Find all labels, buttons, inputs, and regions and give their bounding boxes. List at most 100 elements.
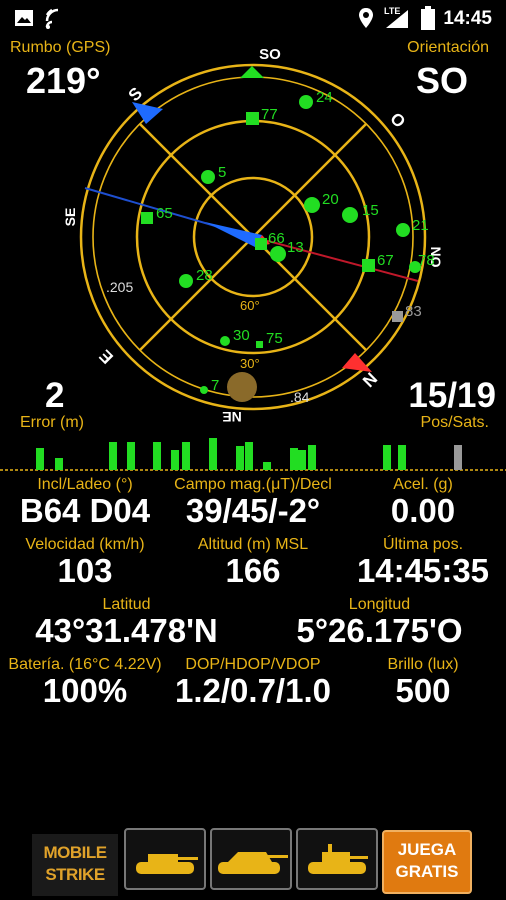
location-icon [359,8,373,28]
cast-signal-icon [45,8,59,29]
cardinal-left-bottom: E [96,346,117,367]
signal-bar [127,442,135,470]
cardinal-left: SE [62,208,78,227]
sat-id: 77 [261,106,278,123]
signal-bar [209,438,217,470]
sat-id: 13 [287,239,304,256]
ad-tank-3[interactable] [296,828,378,890]
possats-value: 15/19 [408,376,496,415]
ad-logo: MOBILE STRIKE [32,834,118,896]
bearing-arrow-red-icon [342,353,372,372]
image-icon [15,10,33,26]
tank-icon [218,852,288,874]
error-value: 2 [45,376,65,415]
signal-bar [153,442,161,470]
sat-square [246,112,259,125]
sat-id: 24 [316,89,333,106]
signal-bar [171,450,179,470]
signal-bar [236,446,244,470]
signal-bar [290,448,298,470]
status-bar: LTE 14:45 [0,0,506,36]
sat-id: 75 [266,330,283,347]
ring-label-60: 60° [240,298,260,313]
sat-square [256,341,263,348]
sat-id: 65 [156,205,173,222]
sat-dot [200,386,208,394]
sat-id: 20 [322,191,339,208]
ad-banner[interactable]: MOBILE STRIKE JUEGA GRATIS [32,828,472,896]
status-time: 14:45 [443,8,492,29]
acel-value: 0.00 [390,492,456,529]
sat-id: 66 [268,230,285,247]
last-pos-value: 14:45:35 [356,552,490,589]
signal-bar [298,450,306,470]
sat-dot [299,95,313,109]
sat-square [255,238,267,250]
sat-dot [220,336,230,346]
north-marker-icon [240,66,264,78]
sat-square [141,212,153,224]
signal-bar [109,442,117,470]
ad-logo-line2: STRIKE [45,865,105,884]
signal-bar [182,442,190,470]
error-label: Error (m) [20,414,84,431]
sat-dot [201,170,215,184]
ad-tank-2[interactable] [210,828,292,890]
needle-blue-icon [205,222,262,247]
signal-bar [398,445,406,470]
sat-id: 83 [405,303,422,320]
sat-dot [270,246,286,262]
sat-id: 67 [377,252,394,269]
sat-id: 28 [196,267,213,284]
signal-bar [308,445,316,470]
cell-signal-icon [386,10,408,28]
play-free-button[interactable]: JUEGA GRATIS [382,830,472,894]
signal-bar [55,458,63,470]
lat-value: 43°31.478'N [35,612,218,649]
cta-line2: GRATIS [395,862,459,881]
vel-value: 103 [57,552,113,589]
lon-value: 5°26.175'O [296,612,463,649]
incl-value: B64 D04 [19,492,151,529]
ad-tank-1[interactable] [124,828,206,890]
sat-dot [179,274,193,288]
signal-bar [454,445,462,470]
sat-id: 7 [211,377,219,394]
tank-icon [308,844,368,874]
alt-value: 166 [225,552,281,589]
signal-bar [245,442,253,470]
bearing-arrow-blue-icon [132,102,163,124]
sun-icon [227,372,257,402]
ring-label-30: 30° [240,356,260,371]
battery-icon [421,6,435,30]
signal-bar [36,448,44,470]
mag-value: 39/45/-2° [185,492,321,529]
sat-id: 21 [412,217,429,234]
dop-value: 1.2/0.7/1.0 [175,672,331,709]
tank-icon [136,854,198,874]
sat-id: 78 [418,252,435,269]
cardinal-right-bottom: N [359,369,381,391]
sat-dot [342,207,358,223]
brightness-value: 500 [395,672,451,709]
battery-value: 100% [42,672,128,709]
sat-id: 15 [362,202,379,219]
ad-logo-line1: MOBILE [43,843,107,862]
cardinal-top: SO [259,46,281,63]
cardinal-left-top: S [125,84,146,105]
signal-bar [263,462,271,470]
sat-dot [304,197,320,213]
side-label-right: .84 [290,389,310,405]
cardinal-bottom: NE [222,409,241,425]
side-label-left: .205 [106,279,133,295]
sat-id: 5 [218,164,226,181]
sat-id: 30 [233,327,250,344]
possats-label: Pos/Sats. [420,414,489,431]
sat-square [362,259,375,272]
signal-bar [383,445,391,470]
sat-square-inactive [392,311,403,322]
cardinal-right-top: O [386,109,409,132]
sat-dot [396,223,410,237]
cta-line1: JUEGA [397,840,457,859]
signal-strength-bars [0,438,506,471]
